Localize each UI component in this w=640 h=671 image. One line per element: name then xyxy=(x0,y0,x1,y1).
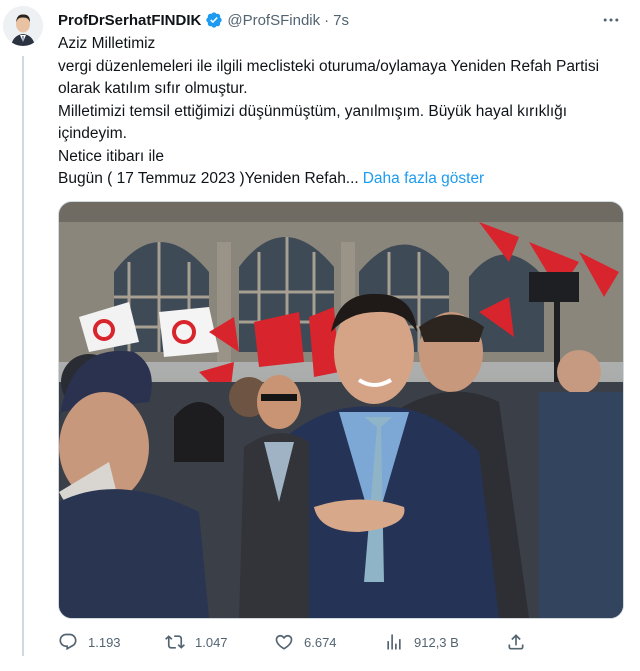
timestamp[interactable]: 7s xyxy=(333,12,349,29)
views-button[interactable]: 912,3 B xyxy=(384,632,459,652)
tweet-header: ProfDrSerhatFINDIK @ProfSFindik · 7s xyxy=(58,10,349,30)
reply-button[interactable]: 1.193 xyxy=(58,632,121,652)
tweet-line: vergi düzenlemeleri ile ilgili meclistek… xyxy=(58,57,600,98)
reply-icon xyxy=(59,633,77,651)
separator-dot: · xyxy=(324,11,330,29)
like-count: 6.674 xyxy=(304,634,337,650)
tweet-line: Aziz Milletimiz xyxy=(58,35,156,52)
show-more-link[interactable]: Daha fazla göster xyxy=(363,170,485,187)
tweet-line-last: Bugün ( 17 Temmuz 2023 )Yeniden Refah...… xyxy=(58,168,618,191)
tweet-line: Milletimizi temsil ettiğimizi düşünmüştü… xyxy=(58,102,568,143)
tweet-line: Netice itibarı ile xyxy=(58,147,164,165)
more-options-button[interactable] xyxy=(600,10,622,30)
heart-icon xyxy=(275,634,293,650)
share-button[interactable] xyxy=(506,632,526,652)
retweet-count: 1.047 xyxy=(195,634,228,650)
like-button[interactable]: 6.674 xyxy=(274,632,337,652)
tweet-line-text: Bugün ( 17 Temmuz 2023 )Yeniden Refah... xyxy=(58,170,359,187)
rally-photo xyxy=(59,202,623,618)
views-count: 912,3 B xyxy=(414,634,459,650)
avatar-image xyxy=(3,6,43,46)
retweet-icon xyxy=(165,635,185,649)
more-options-icon xyxy=(603,18,619,22)
thread-line xyxy=(22,56,24,656)
reply-count: 1.193 xyxy=(88,634,121,650)
views-icon xyxy=(387,634,401,650)
tweet-photo[interactable] xyxy=(58,201,624,619)
avatar[interactable] xyxy=(3,6,43,46)
handle[interactable]: @ProfSFindik xyxy=(227,12,320,29)
share-icon xyxy=(508,634,524,650)
retweet-button[interactable]: 1.047 xyxy=(165,632,228,652)
tweet-text: Aziz Milletimiz vergi düzenlemeleri ile … xyxy=(58,33,618,191)
display-name[interactable]: ProfDrSerhatFINDIK xyxy=(58,12,201,29)
action-bar: 1.193 1.047 6.674 912,3 B xyxy=(58,628,618,656)
verified-badge-icon[interactable] xyxy=(205,11,223,29)
